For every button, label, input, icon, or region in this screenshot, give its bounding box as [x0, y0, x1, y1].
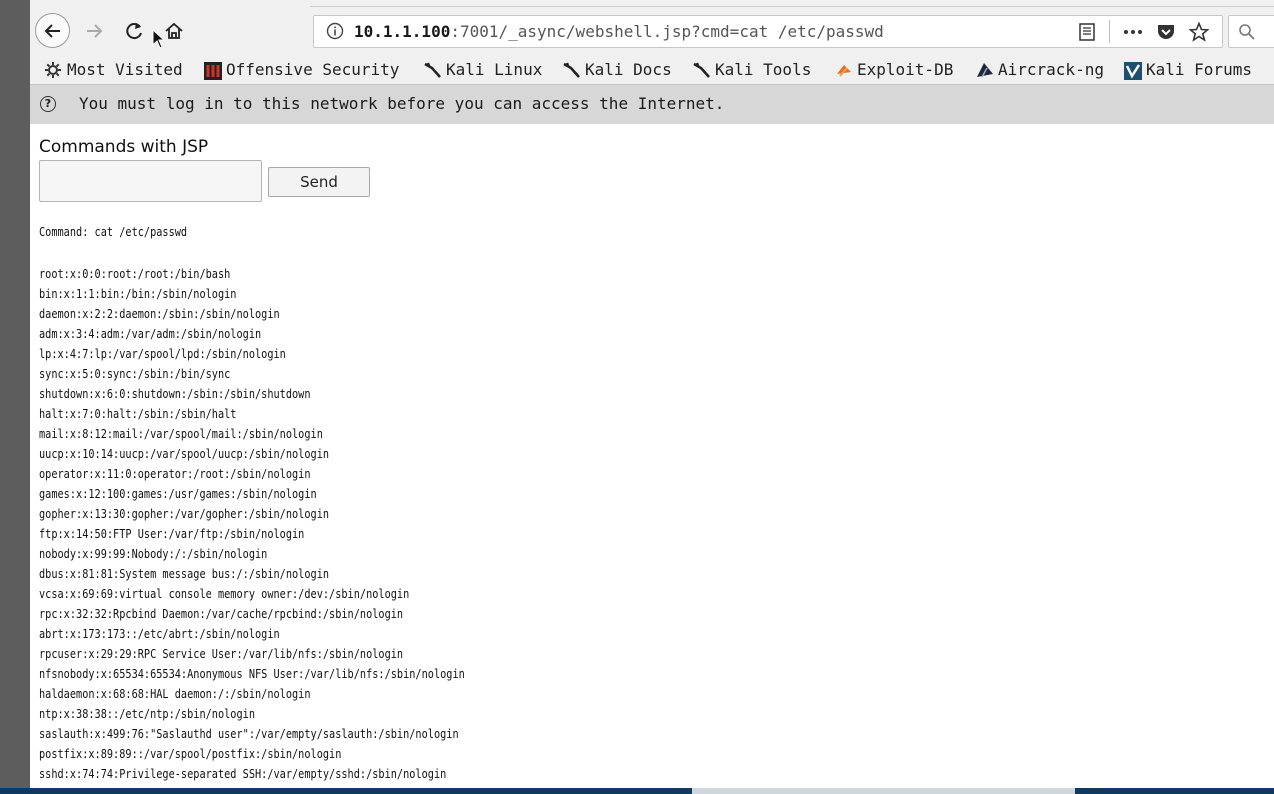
- output-line: sync:x:5:0:sync:/sbin:/bin/sync: [39, 366, 231, 381]
- pocket-icon[interactable]: [1155, 22, 1177, 42]
- bookmark-label: Kali Docs: [585, 60, 672, 79]
- bookmark-label: Kali Tools: [715, 60, 812, 79]
- bookmark-kali-docs[interactable]: Kali Docs: [563, 60, 672, 79]
- output-line: operator:x:11:0:operator:/root:/sbin/nol…: [39, 466, 311, 481]
- taskbar: [0, 788, 1274, 794]
- kali-dragon-icon: [693, 62, 711, 78]
- output-line: rpcuser:x:29:29:RPC Service User:/var/li…: [39, 646, 404, 661]
- output-line: postfix:x:89:89::/var/spool/postfix:/sbi…: [39, 746, 342, 761]
- output-line: dbus:x:81:81:System message bus:/:/sbin/…: [39, 566, 330, 581]
- url-path: :7001/_async/webshell.jsp?cmd=cat /etc/p…: [450, 22, 884, 41]
- send-button[interactable]: Send: [268, 167, 370, 197]
- arrow-right-icon: [87, 24, 103, 38]
- exploitdb-icon: [835, 62, 853, 78]
- bookmark-label: Kali Forums: [1146, 60, 1252, 79]
- bookmark-label: Kali Linux: [446, 60, 543, 79]
- help-icon: ?: [40, 96, 56, 112]
- output-line: gopher:x:13:30:gopher:/var/gopher:/sbin/…: [39, 506, 330, 521]
- output-line: abrt:x:173:173::/etc/abrt:/sbin/nologin: [39, 626, 280, 641]
- bookmark-most-visited[interactable]: Most Visited: [45, 60, 183, 79]
- arrow-left-icon: [44, 23, 60, 38]
- output-line: nobody:x:99:99:Nobody:/:/sbin/nologin: [39, 546, 268, 561]
- output-line: halt:x:7:0:halt:/sbin:/sbin/halt: [39, 406, 237, 421]
- captive-portal-notification[interactable]: ? You must log in to this network before…: [30, 84, 1274, 124]
- output-line: daemon:x:2:2:daemon:/sbin:/sbin/nologin: [39, 306, 280, 321]
- reload-button[interactable]: [122, 19, 146, 43]
- url-host: 10.1.1.100: [354, 22, 451, 41]
- divider: [1109, 20, 1110, 43]
- output-line: uucp:x:10:14:uucp:/var/spool/uucp:/sbin/…: [39, 446, 330, 461]
- page-content: Commands with JSP Send Command: cat /etc…: [30, 124, 1274, 794]
- browser-window: 10.1.1.100:7001/_async/webshell.jsp?cmd=…: [30, 0, 1274, 794]
- output-line: games:x:12:100:games:/usr/games:/sbin/no…: [39, 486, 317, 501]
- output-line: ftp:x:14:50:FTP User:/var/ftp:/sbin/nolo…: [39, 526, 305, 541]
- bookmark-exploit-db[interactable]: Exploit-DB: [835, 60, 953, 79]
- bookmark-kali-forums[interactable]: Kali Forums: [1124, 60, 1252, 80]
- search-icon: [1237, 22, 1257, 42]
- kali-dragon-icon: [424, 62, 442, 78]
- url-text[interactable]: 10.1.1.100:7001/_async/webshell.jsp?cmd=…: [354, 22, 884, 41]
- kali-forums-icon: [1124, 61, 1142, 80]
- output-line: vcsa:x:69:69:virtual console memory owne…: [39, 586, 410, 601]
- navigation-toolbar: 10.1.1.100:7001/_async/webshell.jsp?cmd=…: [30, 0, 1274, 56]
- aircrack-icon: [976, 62, 994, 78]
- output-line: shutdown:x:6:0:shutdown:/sbin:/sbin/shut…: [39, 386, 311, 401]
- url-actions: [1037, 16, 1222, 47]
- bookmark-kali-tools[interactable]: Kali Tools: [693, 60, 811, 79]
- command-echo: Command: cat /etc/passwd: [39, 224, 188, 239]
- reader-view-icon[interactable]: [1077, 22, 1097, 42]
- output-line: saslauth:x:499:76:"Saslauthd user":/var/…: [39, 726, 459, 741]
- search-field[interactable]: [1228, 15, 1274, 48]
- output-line: ntp:x:38:38::/etc/ntp:/sbin/nologin: [39, 706, 255, 721]
- bookmark-label: Offensive Security: [226, 60, 400, 79]
- bookmark-star-icon[interactable]: [1188, 22, 1210, 42]
- home-icon: [165, 22, 183, 39]
- back-button[interactable]: [35, 13, 70, 48]
- bookmark-label: Exploit-DB: [857, 60, 954, 79]
- output-line: rpc:x:32:32:Rpcbind Daemon:/var/cache/rp…: [39, 606, 404, 621]
- output-line: mail:x:8:12:mail:/var/spool/mail:/sbin/n…: [39, 426, 323, 441]
- page-actions-icon[interactable]: [1122, 22, 1144, 42]
- tab-strip-edge: [310, 0, 1274, 7]
- offsec-icon: [204, 61, 222, 80]
- bookmark-kali-linux[interactable]: Kali Linux: [424, 60, 542, 79]
- address-bar[interactable]: 10.1.1.100:7001/_async/webshell.jsp?cmd=…: [313, 15, 1223, 48]
- taskbar-window-entry[interactable]: [692, 788, 1075, 794]
- reload-icon: [126, 23, 142, 40]
- command-output: root:x:0:0:root:/root:/bin/bash bin:x:1:1…: [39, 264, 465, 784]
- forward-button[interactable]: [82, 19, 106, 43]
- output-line: adm:x:3:4:adm:/var/adm:/sbin/nologin: [39, 326, 262, 341]
- mouse-cursor-icon: [152, 28, 166, 53]
- bookmark-offensive-security[interactable]: Offensive Security: [204, 60, 400, 80]
- output-line: haldaemon:x:68:68:HAL daemon:/:/sbin/nol…: [39, 686, 311, 701]
- command-input[interactable]: [39, 160, 262, 202]
- page-title: Commands with JSP: [39, 137, 209, 157]
- bookmark-label: Aircrack-ng: [998, 60, 1104, 79]
- bookmarks-toolbar: Most Visited Offensive Security Kali Lin…: [30, 56, 1274, 84]
- notification-text: You must log in to this network before y…: [79, 94, 725, 113]
- output-line: nfsnobody:x:65534:65534:Anonymous NFS Us…: [39, 666, 465, 681]
- kali-dragon-icon: [563, 62, 581, 78]
- output-line: lp:x:4:7:lp:/var/spool/lpd:/sbin/nologin: [39, 346, 286, 361]
- bookmark-label: Most Visited: [67, 60, 183, 79]
- info-icon[interactable]: [326, 22, 344, 44]
- output-line: bin:x:1:1:bin:/bin:/sbin/nologin: [39, 286, 237, 301]
- output-line: root:x:0:0:root:/root:/bin/bash: [39, 266, 231, 281]
- output-line: sshd:x:74:74:Privilege-separated SSH:/va…: [39, 766, 447, 781]
- gear-icon: [45, 61, 63, 78]
- bookmark-aircrack-ng[interactable]: Aircrack-ng: [976, 60, 1104, 79]
